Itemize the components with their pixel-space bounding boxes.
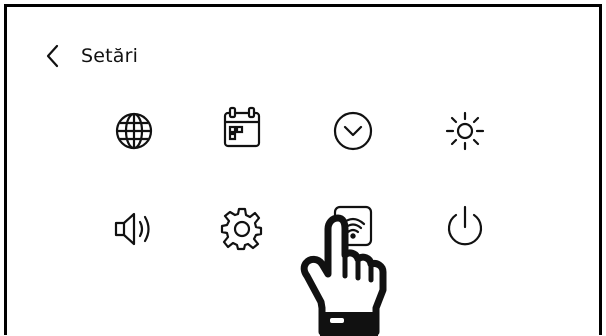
header: Setări <box>43 41 138 71</box>
gear-icon <box>220 207 263 251</box>
power-button[interactable] <box>442 203 488 249</box>
volume-icon <box>114 212 150 246</box>
calendar-icon <box>223 106 261 148</box>
wifi-button[interactable] <box>330 203 376 249</box>
settings-screen: Setări <box>4 4 602 335</box>
language-button[interactable] <box>111 108 157 154</box>
back-button[interactable] <box>43 41 69 71</box>
power-icon <box>447 205 483 246</box>
brightness-button[interactable] <box>442 108 488 154</box>
chevron-left-icon <box>46 44 59 68</box>
clock-icon <box>333 111 373 151</box>
brightness-icon <box>445 111 485 151</box>
time-button[interactable] <box>330 108 376 154</box>
wifi-icon <box>333 205 373 247</box>
general-settings-button[interactable] <box>219 206 265 252</box>
page-title: Setări <box>81 45 139 67</box>
globe-icon <box>115 112 153 150</box>
date-button[interactable] <box>219 105 265 151</box>
volume-button[interactable] <box>111 206 157 252</box>
